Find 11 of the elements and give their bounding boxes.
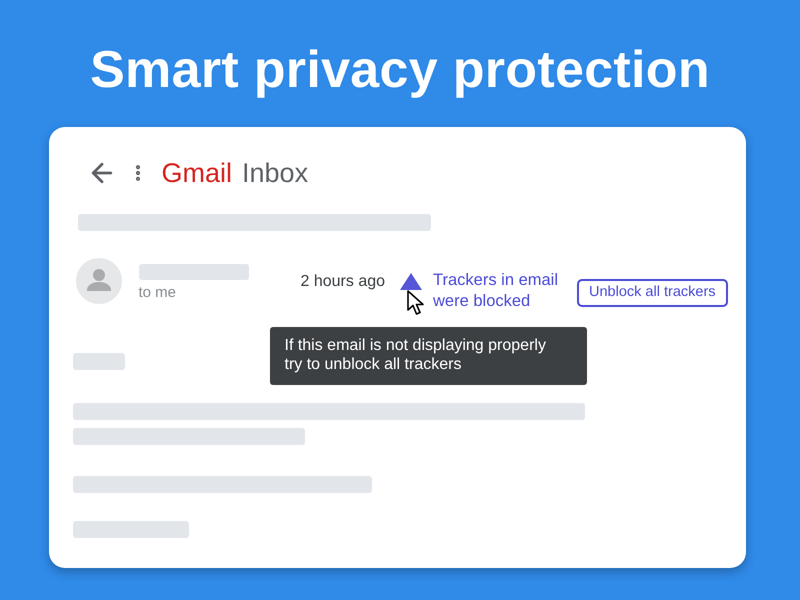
- time-label: 2 hours ago: [300, 272, 386, 292]
- tracker-notice: Trackers in email were blocked: [433, 270, 560, 312]
- unblock-trackers-button[interactable]: Unblock all trackers: [577, 279, 728, 307]
- tooltip: If this email is not displaying properly try to unblock all trackers: [270, 327, 586, 385]
- avatar-icon: [76, 258, 122, 304]
- folder-name: Inbox: [242, 156, 308, 190]
- brand-name: Gmail: [162, 156, 232, 190]
- text-placeholder-bar: [72, 353, 124, 370]
- recipient-label: to me: [138, 283, 178, 303]
- triangle-icon[interactable]: [400, 273, 422, 290]
- headline: Smart privacy protection: [90, 40, 710, 101]
